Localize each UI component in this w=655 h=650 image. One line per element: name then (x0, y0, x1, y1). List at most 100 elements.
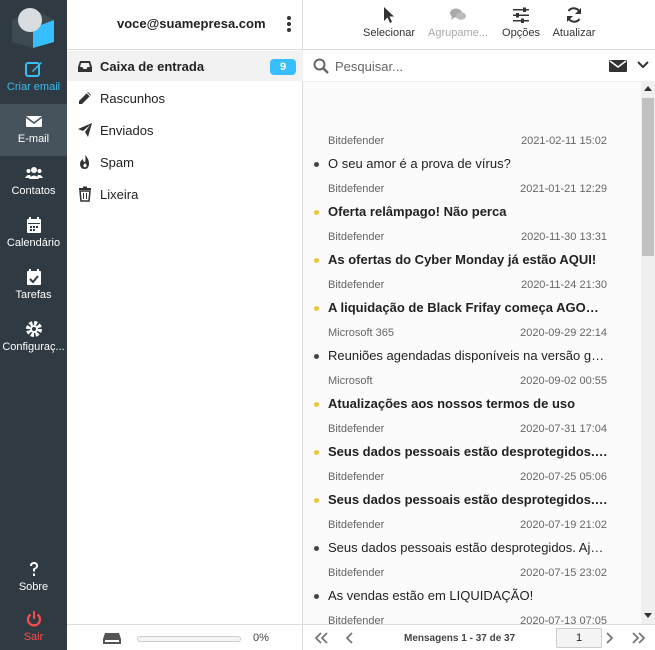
nav-contacts-label: Contatos (11, 185, 56, 197)
nav-tasks[interactable]: Tarefas (0, 260, 67, 312)
message-row[interactable]: Bitdefender 2020-07-31 17:04 Seus dados pe… (303, 423, 641, 471)
unread-dot (314, 450, 319, 455)
storage-icon (103, 633, 121, 644)
nav-calendar-label: Calendário (6, 237, 61, 249)
nav-settings-label: Configuraç... (2, 341, 65, 353)
nav-email-label: E-mail (17, 133, 50, 145)
message-row[interactable]: Bitdefender 2020-11-30 13:31 As ofertas do… (303, 231, 641, 279)
pencil-icon (79, 92, 91, 104)
message-sender: Bitdefender (328, 471, 385, 483)
message-sender: Bitdefender (328, 615, 385, 624)
message-row[interactable]: Bitdefender 2020-07-25 05:06 Seus dados pe… (303, 471, 641, 519)
message-date: 2020-11-30 13:31 (520, 231, 607, 243)
nav-email[interactable]: E-mail (0, 104, 67, 156)
message-row[interactable]: Bitdefender 2020-07-13 07:05 (303, 615, 641, 624)
message-sender: Bitdefender (328, 135, 385, 147)
message-date: 2020-07-15 23:02 (520, 567, 607, 579)
app-sidebar: Criar email E-mail Contatos Calendário T… (0, 0, 67, 650)
message-date: 2020-09-02 00:55 (520, 375, 607, 387)
message-date: 2020-07-13 07:05 (520, 615, 607, 624)
read-dot (314, 594, 319, 599)
account-email: voce@suamepresa.com (117, 16, 266, 31)
compose-button[interactable]: Criar email (0, 52, 67, 104)
page-number-input[interactable] (556, 628, 602, 648)
nav-calendar[interactable]: Calendário (0, 208, 67, 260)
message-subject: Seus dados pessoais estão desprotegidos.… (328, 444, 608, 459)
list-toolbar: Selecionar Agrupame... Opções Atualizar (303, 0, 655, 50)
scroll-thumb[interactable] (642, 98, 654, 256)
fire-icon (80, 155, 89, 169)
message-subject: O seu amor é a prova de vírus? (328, 156, 511, 171)
nav-contacts[interactable]: Contatos (0, 156, 67, 208)
scroll-up-arrow[interactable] (644, 86, 652, 91)
message-subject: As vendas estão em LIQUIDAÇÃO! (328, 588, 534, 603)
kebab-menu-icon[interactable] (285, 14, 293, 34)
message-subject: Reuniões agendadas disponíveis na versão… (328, 348, 608, 363)
group-button[interactable]: Agrupame... (425, 0, 491, 50)
scrollbar[interactable] (641, 82, 655, 624)
unread-dot (314, 258, 319, 263)
options-label: Opções (502, 27, 540, 39)
prev-page-icon[interactable] (342, 630, 358, 646)
message-sender: Microsoft 365 (328, 327, 395, 339)
refresh-button[interactable]: Atualizar (549, 0, 599, 50)
app-logo (12, 8, 54, 48)
options-button[interactable]: Opções (499, 0, 543, 50)
message-subject: Seus dados pessoais estão desprotegidos.… (328, 540, 608, 555)
chevron-down-icon[interactable] (637, 60, 649, 70)
compose-icon (24, 62, 42, 77)
first-page-icon[interactable] (313, 630, 329, 646)
message-subject: Seus dados pessoais estão desprotegidos.… (328, 492, 608, 507)
contacts-icon (24, 167, 43, 179)
message-subject: Atualizações aos nossos termos de uso (328, 396, 576, 411)
compose-label: Criar email (6, 81, 61, 93)
folder-drafts[interactable]: Rascunhos (67, 83, 303, 113)
folder-spam[interactable]: Spam (67, 147, 303, 177)
logout-button[interactable]: Sair (0, 602, 67, 650)
select-button[interactable]: Selecionar (361, 0, 417, 50)
search-icon (313, 58, 329, 74)
search-input[interactable] (335, 56, 595, 76)
refresh-label: Atualizar (552, 27, 596, 39)
folder-sent[interactable]: Enviados (67, 115, 303, 145)
about-label: Sobre (18, 581, 49, 593)
calendar-icon (26, 217, 41, 233)
message-sender: Bitdefender (328, 183, 385, 195)
message-row[interactable]: Microsoft 365 2020-09-29 22:14 Reuniões ag… (303, 327, 641, 375)
envelope-icon (25, 116, 42, 127)
message-row[interactable]: Bitdefender 2020-11-24 21:30 A liquidação … (303, 279, 641, 327)
message-list: Bitdefender 2021-02-11 15:02 O seu amor é … (303, 82, 641, 624)
message-row[interactable]: Bitdefender 2021-02-11 15:02 O seu amor é … (303, 135, 641, 183)
folder-trash[interactable]: Lixeira (67, 179, 303, 209)
message-row[interactable]: Microsoft 2020-09-02 00:55 Atualizações ao… (303, 375, 641, 423)
unread-dot (314, 210, 319, 215)
trash-icon (79, 186, 91, 202)
quota-bar (137, 636, 241, 642)
nav-settings[interactable]: Configuraç... (0, 312, 67, 364)
next-page-icon[interactable] (601, 630, 617, 646)
message-sender: Bitdefender (328, 519, 385, 531)
folder-drafts-label: Rascunhos (100, 91, 166, 106)
folder-inbox[interactable]: Caixa de entrada 9 (67, 51, 303, 81)
select-label: Selecionar (363, 27, 415, 39)
logout-label: Sair (23, 631, 44, 643)
read-dot (314, 354, 319, 359)
message-row[interactable]: Bitdefender 2021-01-21 12:29 Oferta relâmp… (303, 183, 641, 231)
tasks-icon (26, 269, 41, 285)
envelope-filter-icon[interactable] (609, 59, 627, 73)
message-date: 2020-07-19 21:02 (520, 519, 607, 531)
message-sender: Bitdefender (328, 279, 385, 291)
refresh-icon (567, 7, 581, 23)
message-date: 2020-11-24 21:30 (520, 279, 607, 291)
message-list-pane: Selecionar Agrupame... Opções Atualizar … (303, 0, 655, 650)
group-label: Agrupame... (428, 27, 488, 39)
quota-percent: 0% (253, 632, 269, 644)
message-date: 2021-02-11 15:02 (520, 135, 607, 147)
message-row[interactable]: Bitdefender 2020-07-15 23:02 As vendas est… (303, 567, 641, 615)
message-row[interactable]: Bitdefender 2020-07-19 21:02 Seus dados pe… (303, 519, 641, 567)
scroll-down-arrow[interactable] (644, 613, 652, 618)
folder-trash-label: Lixeira (100, 187, 139, 202)
account-header: voce@suamepresa.com (67, 0, 303, 50)
about-button[interactable]: Sobre (0, 552, 67, 604)
last-page-icon[interactable] (631, 630, 647, 646)
